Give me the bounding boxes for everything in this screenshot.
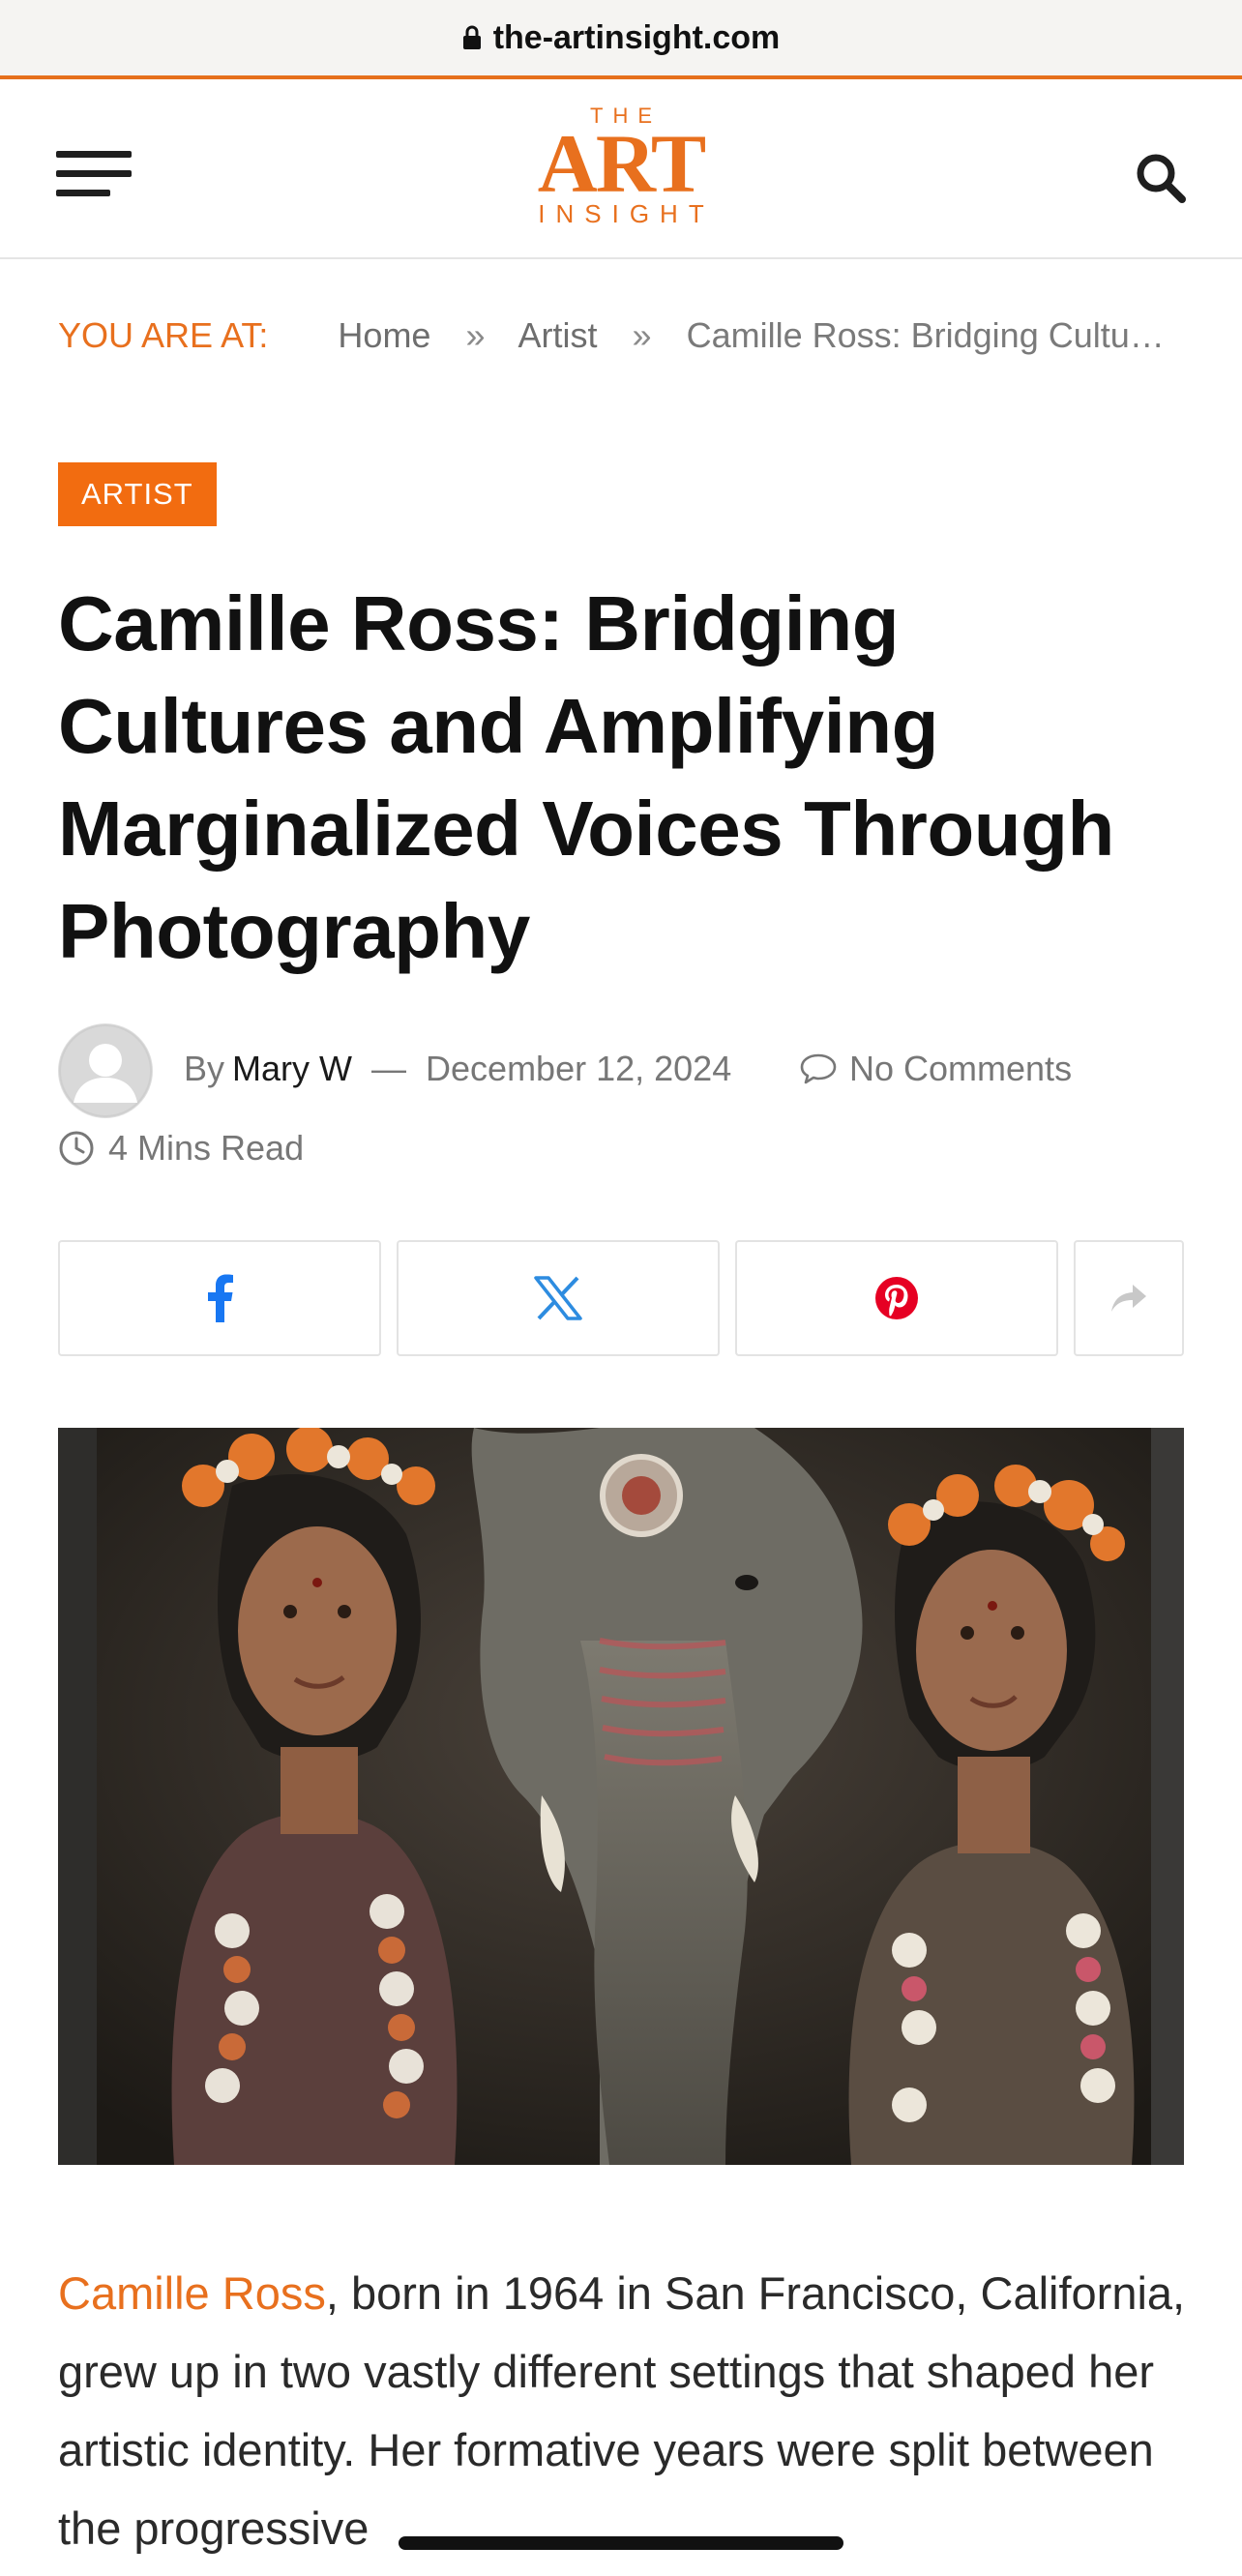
comment-icon [800, 1053, 837, 1084]
logo-art: ART [537, 117, 707, 210]
publish-date: December 12, 2024 [426, 1049, 732, 1088]
share-pinterest-button[interactable] [735, 1240, 1058, 1356]
menu-icon[interactable] [56, 151, 135, 201]
breadcrumb: YOU ARE AT: Home » Artist » Camille Ross… [58, 315, 1190, 356]
search-icon[interactable] [1134, 151, 1188, 205]
lock-icon [462, 25, 481, 49]
author-avatar[interactable] [58, 1023, 153, 1118]
home-indicator[interactable] [399, 2536, 843, 2550]
breadcrumb-separator: » [465, 315, 486, 355]
share-x-button[interactable] [397, 1240, 720, 1356]
share-bar [58, 1240, 1184, 1356]
logo-insight: INSIGHT [538, 199, 715, 228]
x-icon [534, 1276, 582, 1320]
article-title: Camille Ross: Bridging Cultures and Ampl… [58, 580, 1114, 974]
clock-icon [59, 1131, 94, 1166]
comments-link[interactable]: No Comments [799, 1049, 1072, 1089]
read-time: 4 Mins Read [58, 1128, 304, 1169]
breadcrumb-separator: » [632, 315, 652, 355]
breadcrumb-lead: YOU ARE AT: [58, 315, 269, 355]
article-meta: By Mary W — December 12, 2024 No Comments [58, 1023, 1199, 1120]
facebook-icon [208, 1274, 233, 1322]
byline: By Mary W — December 12, 2024 [184, 1049, 731, 1089]
share-more-button[interactable] [1074, 1240, 1184, 1356]
breadcrumb-current: Camille Ross: Bridging Cultu… [686, 315, 1165, 355]
comments-count: No Comments [849, 1049, 1073, 1088]
category-badge[interactable]: ARTIST [58, 462, 217, 526]
avatar-placeholder-icon [59, 1024, 152, 1117]
share-facebook-button[interactable] [58, 1240, 381, 1356]
breadcrumb-artist[interactable]: Artist [518, 315, 598, 355]
url-text: the-artinsight.com [492, 18, 781, 56]
by-label: By [184, 1049, 225, 1088]
author-name[interactable]: Mary W [232, 1049, 352, 1088]
hero-photo-women-elephant [58, 1428, 1184, 2165]
site-header: THE ART INSIGHT [0, 83, 1242, 259]
meta-dash: — [371, 1049, 407, 1088]
read-time-text: 4 Mins Read [108, 1128, 305, 1168]
site-logo[interactable]: THE ART INSIGHT [524, 104, 718, 240]
artist-link[interactable]: Camille Ross [58, 2267, 326, 2319]
browser-url-bar[interactable]: the-artinsight.com [0, 0, 1242, 79]
article-hero-image[interactable] [58, 1428, 1184, 2165]
article-paragraph: Camille Ross, born in 1964 in San Franci… [58, 2254, 1190, 2567]
breadcrumb-home[interactable]: Home [338, 315, 430, 355]
share-icon [1111, 1285, 1146, 1312]
pinterest-icon [875, 1277, 918, 1319]
